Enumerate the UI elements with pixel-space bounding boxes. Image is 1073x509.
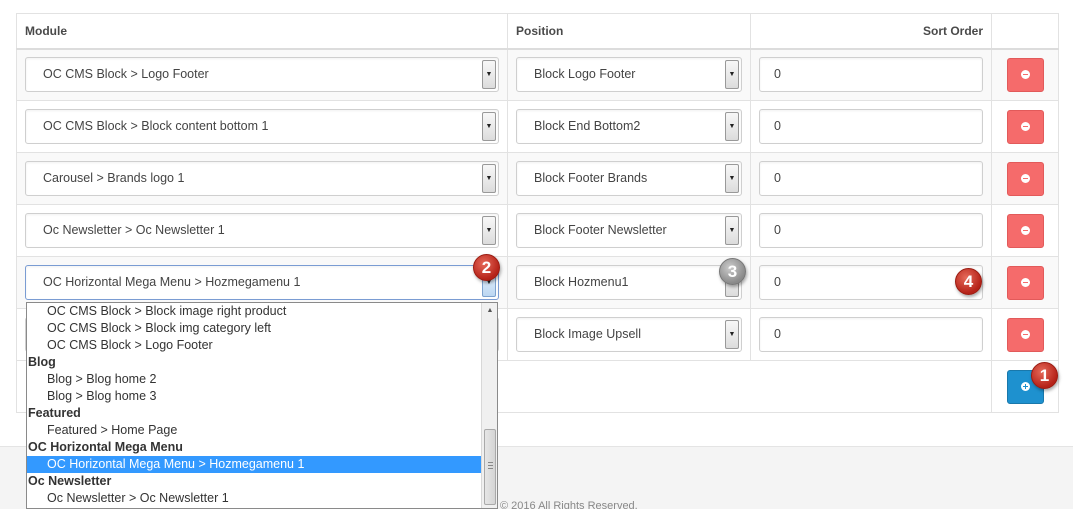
- dropdown-option[interactable]: Blog > Blog home 2: [27, 371, 481, 388]
- module-select[interactable]: OC CMS Block > Block content bottom 1 ▼: [25, 109, 499, 144]
- table-row: Carousel > Brands logo 1 ▼ Block Footer B…: [16, 152, 1059, 205]
- module-select[interactable]: OC CMS Block > Logo Footer ▼: [25, 57, 499, 93]
- caret-down-icon[interactable]: ▼: [725, 164, 739, 193]
- position-select[interactable]: Block Hozmenu1▼: [516, 265, 742, 300]
- caret-down-icon[interactable]: ▼: [482, 112, 496, 141]
- caret-down-icon[interactable]: ▼: [725, 216, 739, 245]
- module-select[interactable]: OC Horizontal Mega Menu > Hozmegamenu 1 ▼: [25, 265, 499, 300]
- remove-module-button[interactable]: [1006, 161, 1044, 196]
- dropdown-option[interactable]: Oc Newsletter > Oc Newsletter 1: [27, 490, 481, 507]
- minus-circle-icon: [1020, 122, 1030, 131]
- dropdown-option[interactable]: Blog > Blog home 3: [27, 388, 481, 405]
- caret-down-icon[interactable]: ▼: [482, 164, 496, 193]
- step-marker-1: 1: [1031, 362, 1058, 389]
- table-row: OC CMS Block > Logo Footer ▼ Block Logo F…: [16, 48, 1059, 101]
- minus-circle-icon: [1020, 330, 1030, 339]
- step-marker-3: 3: [719, 258, 746, 285]
- table-row: OC CMS Block > Block content bottom 1 ▼ B…: [16, 100, 1059, 153]
- position-select[interactable]: Block Footer Newsletter ▼: [516, 213, 742, 248]
- minus-circle-icon: [1020, 70, 1030, 80]
- caret-down-icon[interactable]: ▼: [725, 112, 739, 141]
- minus-circle-icon: [1020, 174, 1030, 183]
- module-select[interactable]: Oc Newsletter > Oc Newsletter 1 ▼: [25, 213, 499, 248]
- dropdown-scrollbar[interactable]: ▲: [481, 303, 497, 508]
- remove-module-button[interactable]: [1006, 109, 1044, 144]
- remove-module-button[interactable]: [1006, 265, 1044, 300]
- dropdown-group-label: Oc Newsletter: [28, 474, 112, 488]
- dropdown-option[interactable]: Featured > Home Page: [27, 422, 481, 439]
- sort-order-input[interactable]: 0: [759, 109, 983, 144]
- remove-module-button[interactable]: [1006, 213, 1044, 248]
- scroll-up-icon[interactable]: ▲: [482, 305, 497, 317]
- header-action: [991, 13, 1059, 50]
- sort-order-input[interactable]: 0: [759, 265, 983, 300]
- caret-down-icon[interactable]: ▼: [725, 60, 739, 90]
- header-sort-order: Sort Order: [750, 13, 992, 50]
- caret-down-icon[interactable]: ▼: [482, 216, 496, 245]
- sort-order-input[interactable]: 0: [759, 213, 983, 248]
- footer-copyright: © 2016 All Rights Reserved.: [500, 500, 638, 509]
- caret-down-icon[interactable]: ▼: [725, 320, 739, 349]
- module-select[interactable]: Carousel > Brands logo 1 ▼: [25, 161, 499, 196]
- module-dropdown-list[interactable]: OC CMS Block > Block image right product…: [26, 302, 498, 509]
- header-position: Position: [507, 13, 751, 50]
- position-select[interactable]: Block Logo Footer ▼: [516, 57, 742, 93]
- step-marker-4: 4: [955, 268, 982, 295]
- header-module: Module: [16, 13, 508, 50]
- sort-order-input[interactable]: 0: [759, 161, 983, 196]
- sort-order-input[interactable]: 0: [759, 57, 983, 93]
- dropdown-group-label: Featured: [28, 406, 81, 420]
- dropdown-option[interactable]: OC CMS Block > Logo Footer: [27, 337, 481, 354]
- minus-circle-icon: [1020, 278, 1030, 287]
- dropdown-group-label: Blog: [28, 355, 56, 369]
- dropdown-group-label: OC Horizontal Mega Menu: [28, 440, 183, 454]
- minus-circle-icon: [1020, 226, 1030, 235]
- remove-module-button[interactable]: [1006, 317, 1044, 352]
- position-select[interactable]: Block End Bottom2 ▼: [516, 109, 742, 144]
- dropdown-options: OC CMS Block > Block image right product…: [27, 303, 481, 507]
- step-marker-2: 2: [473, 254, 500, 281]
- scrollbar-thumb[interactable]: [484, 429, 496, 505]
- table-row: Oc Newsletter > Oc Newsletter 1 ▼ Block F…: [16, 204, 1059, 257]
- sort-order-input[interactable]: 0: [759, 317, 983, 352]
- table-header-row: Module Position Sort Order: [16, 13, 1059, 50]
- dropdown-option[interactable]: OC CMS Block > Block image right product: [27, 303, 481, 320]
- table-row: OC Horizontal Mega Menu > Hozmegamenu 1 ▼…: [16, 256, 1059, 309]
- caret-down-icon[interactable]: ▼: [482, 60, 496, 90]
- position-select[interactable]: Block Footer Brands ▼: [516, 161, 742, 196]
- dropdown-option[interactable]: OC CMS Block > Block img category left: [27, 320, 481, 337]
- plus-circle-icon: [1020, 382, 1030, 391]
- dropdown-option[interactable]: OC Horizontal Mega Menu > Hozmegamenu 1: [27, 456, 481, 473]
- remove-module-button[interactable]: [1006, 57, 1044, 92]
- position-select[interactable]: Block Image Upsell ▼: [516, 317, 742, 352]
